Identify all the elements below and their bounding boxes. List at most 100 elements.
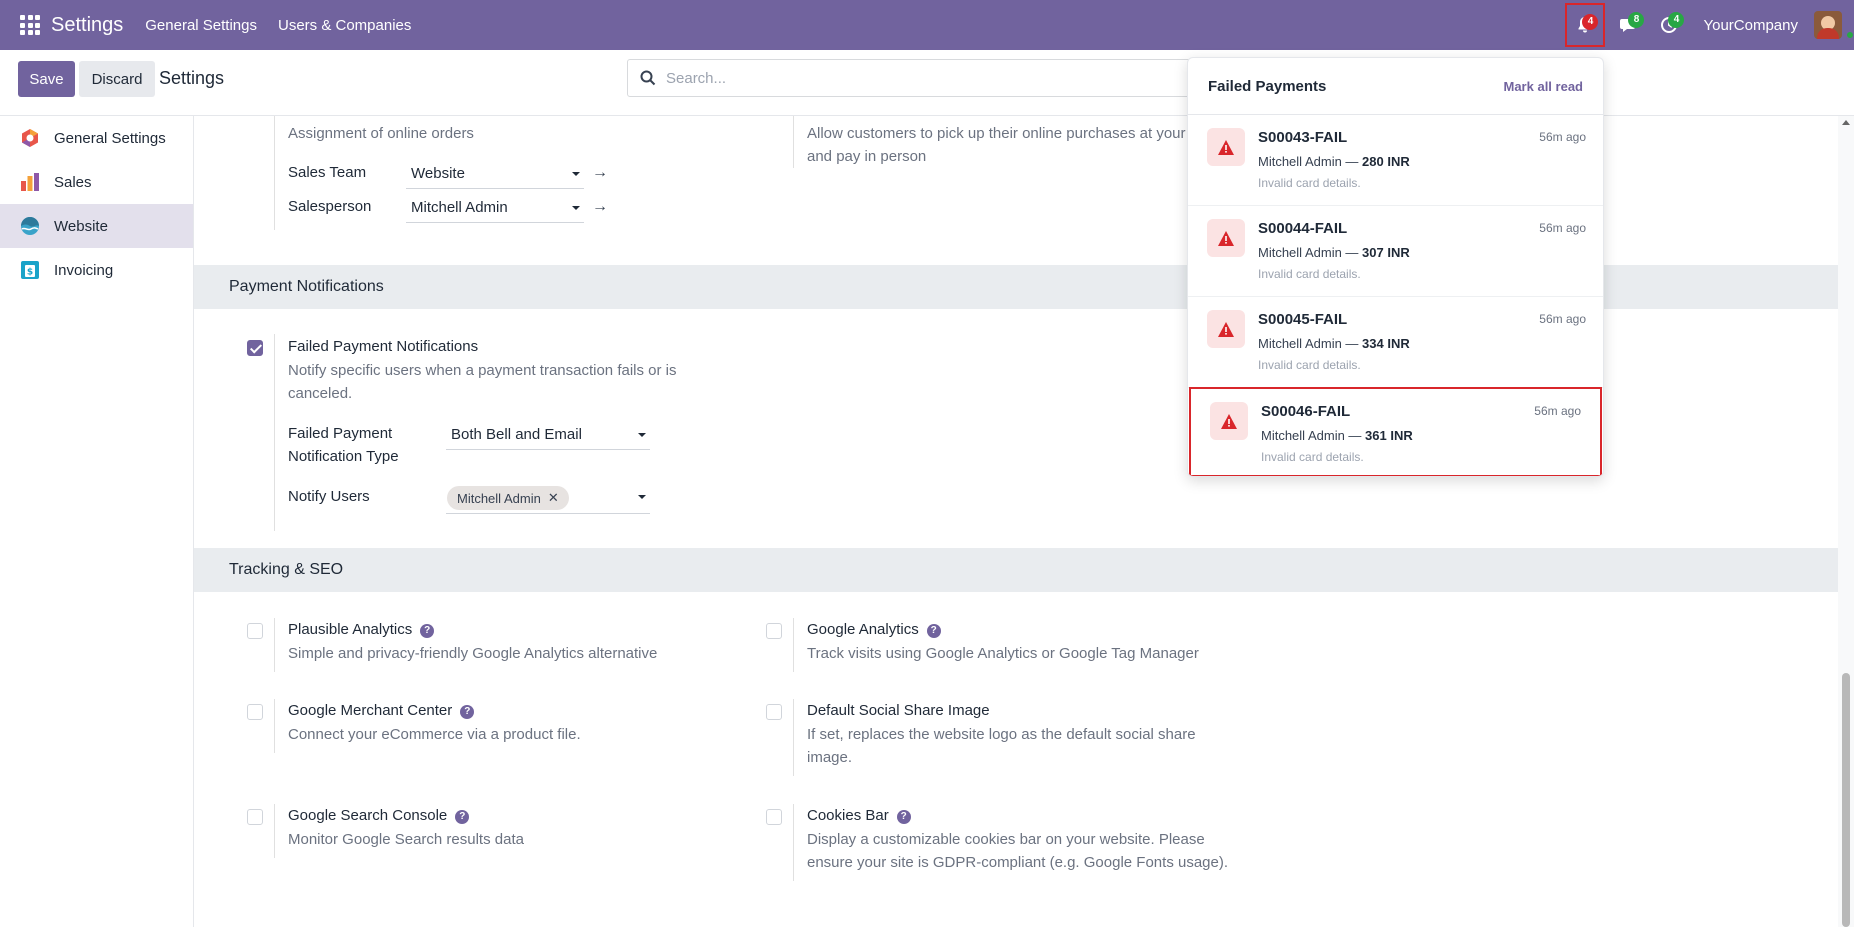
google-search-console-checkbox[interactable] [247,809,263,825]
cookies-bar-title: Cookies Bar? [807,807,911,824]
notify-users-label: Notify Users [288,488,370,505]
navbar-systray: 4 8 4 YourCompany [1565,0,1854,50]
plausible-analytics-desc: Simple and privacy-friendly Google Analy… [288,645,658,662]
sidebar-item-sales[interactable]: Sales [0,160,193,204]
menu-users-companies[interactable]: Users & Companies [278,17,411,34]
notification-summary: Mitchell Admin — 280 INR [1258,154,1410,169]
invoicing-icon: $ [20,260,40,280]
scroll-up-arrow-icon[interactable] [1842,120,1850,125]
notification-time: 56m ago [1539,130,1586,144]
failed-payment-desc-line1: Notify specific users when a payment tra… [288,362,677,379]
setting-divider [793,804,794,881]
notification-item[interactable]: S00044-FAIL 56m ago Mitchell Admin — 307… [1188,206,1603,297]
sales-team-value: Website [411,165,465,182]
remove-tag-icon[interactable]: ✕ [548,490,559,506]
default-social-share-image-checkbox[interactable] [766,704,782,720]
setting-divider [793,116,794,168]
notification-item[interactable]: S00046-FAIL 56m ago Mitchell Admin — 361… [1189,387,1602,476]
setting-divider [274,804,275,858]
notify-user-tag-label: Mitchell Admin [457,490,541,506]
salesperson-value: Mitchell Admin [411,199,508,216]
failed-payment-notifications-title: Failed Payment Notifications [288,338,479,355]
notification-item[interactable]: S00045-FAIL 56m ago Mitchell Admin — 334… [1188,297,1603,388]
company-switcher[interactable]: YourCompany [1703,17,1798,34]
search-bar[interactable] [627,59,1227,97]
notification-detail: Invalid card details. [1258,267,1361,281]
notification-type-select[interactable]: Both Bell and Email [446,420,650,450]
google-analytics-title: Google Analytics? [807,621,941,638]
cookies-bar-desc-line1: Display a customizable cookies bar on yo… [807,831,1205,848]
default-social-share-image-title: Default Social Share Image [807,702,990,719]
pickup-desc-line1: Allow customers to pick up their online … [807,125,1186,142]
sidebar-item-general-settings[interactable]: General Settings [0,116,193,160]
sales-icon [20,172,40,192]
save-button[interactable]: Save [18,61,75,97]
app-title[interactable]: Settings [51,14,123,37]
sales-team-select[interactable]: Website [406,159,584,189]
notification-ref: S00046-FAIL [1261,403,1351,420]
content-scrollbar[interactable] [1838,116,1854,927]
user-menu[interactable] [1814,11,1854,40]
default-social-share-desc-line2: image. [807,749,853,766]
notification-time: 56m ago [1539,312,1586,326]
plausible-analytics-checkbox[interactable] [247,623,263,639]
apps-menu-icon[interactable] [20,15,40,35]
google-merchant-center-checkbox[interactable] [247,704,263,720]
google-merchant-center-desc: Connect your eCommerce via a product fil… [288,726,581,743]
help-icon[interactable]: ? [460,705,475,719]
salesperson-open-arrow-icon[interactable]: → [592,198,608,216]
help-icon[interactable]: ? [455,810,470,824]
pickup-desc-line2: and pay in person [807,148,927,165]
sidebar-item-label: Website [54,217,108,235]
help-icon[interactable]: ? [420,624,435,638]
sidebar-item-website[interactable]: Website [0,204,193,248]
notification-bell-button[interactable]: 4 [1565,3,1606,47]
message-count-badge: 8 [1628,12,1645,28]
menu-general-settings[interactable]: General Settings [145,17,257,34]
warning-icon [1207,128,1245,166]
discard-button[interactable]: Discard [79,61,155,97]
mark-all-read-button[interactable]: Mark all read [1504,79,1584,94]
google-merchant-center-title: Google Merchant Center? [288,702,475,719]
dropdown-header: Failed Payments Mark all read [1188,58,1603,115]
google-search-console-desc: Monitor Google Search results data [288,831,524,848]
top-navbar: Settings General Settings Users & Compan… [0,0,1854,50]
notification-time: 56m ago [1539,221,1586,235]
activity-count-badge: 4 [1668,12,1685,28]
messages-button[interactable]: 8 [1609,3,1649,47]
sidebar-item-invoicing[interactable]: $ Invoicing [0,248,193,292]
dropdown-title: Failed Payments [1208,77,1327,95]
notification-ref: S00045-FAIL [1258,311,1348,328]
help-icon[interactable]: ? [896,810,911,824]
default-social-share-desc-line1: If set, replaces the website logo as the… [807,726,1196,743]
online-status-dot [1845,30,1854,40]
notification-ref: S00044-FAIL [1258,220,1348,237]
sidebar-item-label: General Settings [54,129,166,147]
scrollbar-thumb[interactable] [1842,673,1850,927]
sales-team-open-arrow-icon[interactable]: → [592,164,608,182]
notification-item[interactable]: S00043-FAIL 56m ago Mitchell Admin — 280… [1188,115,1603,206]
general-settings-icon [20,128,40,148]
help-icon[interactable]: ? [926,624,941,638]
failed-payment-notifications-checkbox[interactable] [247,340,263,356]
setting-divider [274,699,275,753]
notification-type-value: Both Bell and Email [451,426,582,443]
setting-divider [274,618,275,672]
svg-text:$: $ [27,268,33,278]
page-title: Settings [159,68,225,88]
setting-divider [274,116,275,230]
plausible-analytics-title: Plausible Analytics? [288,621,435,638]
cookies-bar-checkbox[interactable] [766,809,782,825]
google-analytics-checkbox[interactable] [766,623,782,639]
salesperson-select[interactable]: Mitchell Admin [406,193,584,223]
salesperson-label: Salesperson [288,198,372,215]
warning-icon [1210,402,1248,440]
search-input[interactable] [666,69,1166,87]
warning-icon [1207,219,1245,257]
failed-payments-dropdown: Failed Payments Mark all read S00043-FAI… [1187,57,1604,477]
activities-button[interactable]: 4 [1649,3,1689,47]
sidebar-item-label: Sales [54,173,92,191]
notification-type-label-line1: Failed Payment [288,425,393,442]
sidebar-item-label: Invoicing [54,261,114,279]
setting-divider [793,699,794,776]
